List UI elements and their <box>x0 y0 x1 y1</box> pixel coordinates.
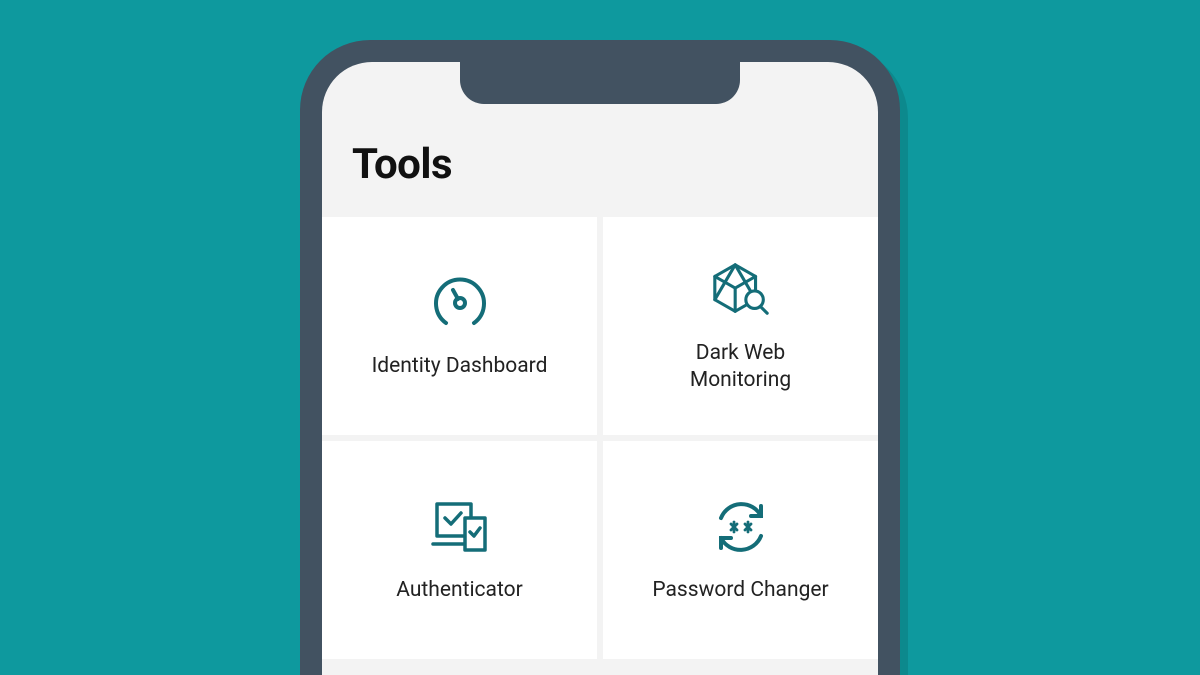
tile-dark-web-monitoring[interactable]: Dark Web Monitoring <box>603 217 878 435</box>
tile-label: Identity Dashboard <box>372 353 548 380</box>
phone-notch <box>460 62 740 104</box>
tile-identity-dashboard[interactable]: Identity Dashboard <box>322 217 597 435</box>
phone-frame: Tools Identity Dashboard <box>300 40 900 675</box>
tile-label: Authenticator <box>396 577 522 604</box>
cube-search-icon <box>709 258 773 322</box>
devices-check-icon <box>428 495 492 559</box>
tile-password-changer[interactable]: Password Changer <box>603 441 878 659</box>
password-refresh-icon <box>709 495 773 559</box>
tile-authenticator[interactable]: Authenticator <box>322 441 597 659</box>
tile-label: Dark Web Monitoring <box>690 340 791 395</box>
phone-screen: Tools Identity Dashboard <box>322 62 878 675</box>
page-title: Tools <box>352 140 848 189</box>
gauge-icon <box>428 271 492 335</box>
tile-label: Password Changer <box>652 577 828 604</box>
tools-grid: Identity Dashboard Dark Web Monitoring <box>322 217 878 659</box>
